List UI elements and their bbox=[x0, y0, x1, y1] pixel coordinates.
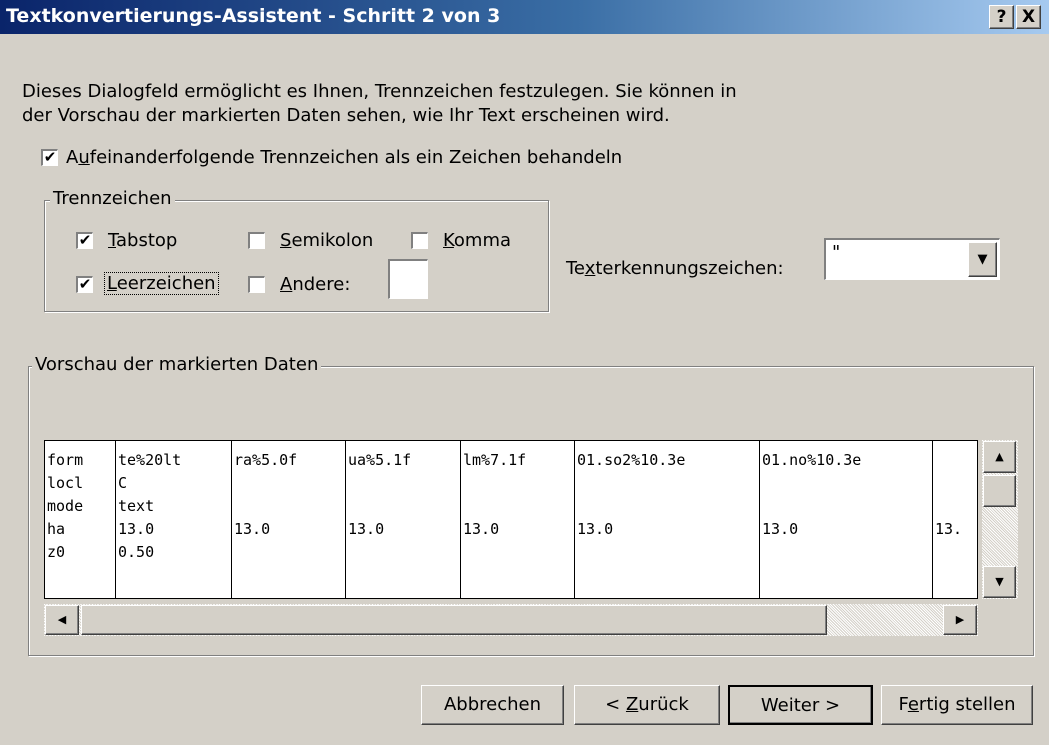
space-label[interactable]: Leerzeichen bbox=[104, 272, 219, 295]
preview-column: ua%5.1f 13.0 bbox=[346, 441, 461, 598]
preview-column: 01.so2%10.3e 13.0 bbox=[575, 441, 760, 598]
preview-cell: te%20lt bbox=[118, 451, 182, 469]
preview-cell: 13.0 bbox=[762, 520, 799, 538]
preview-cell: ua%5.1f bbox=[348, 451, 412, 469]
preview-cell: ha bbox=[47, 520, 66, 538]
consecutive-delimiters-label[interactable]: Aufeinanderfolgende Trennzeichen als ein… bbox=[66, 147, 622, 168]
close-button[interactable]: X bbox=[1016, 5, 1041, 29]
preview-cell: z0 bbox=[47, 543, 66, 561]
preview-cell: 01.so2%10.3e bbox=[577, 451, 686, 469]
help-button[interactable]: ? bbox=[989, 5, 1014, 29]
window-title: Textkonvertierungs-Assistent - Schritt 2… bbox=[6, 5, 501, 27]
semicolon-checkbox[interactable] bbox=[248, 232, 265, 249]
horizontal-scroll-thumb[interactable] bbox=[81, 605, 827, 635]
preview-cell: 13.0 bbox=[463, 520, 500, 538]
preview-cell: 13.0 bbox=[577, 520, 614, 538]
delimiters-group bbox=[44, 200, 549, 312]
scroll-down-icon[interactable]: ▼ bbox=[983, 566, 1016, 598]
preview-cell: lm%7.1f bbox=[463, 451, 527, 469]
comma-checkbox[interactable] bbox=[411, 232, 428, 249]
preview-cell: text bbox=[118, 497, 155, 515]
description-text: Dieses Dialogfeld ermöglicht es Ihnen, T… bbox=[22, 80, 737, 128]
preview-cell: 13.0 bbox=[118, 520, 155, 538]
preview-cell: 0.50 bbox=[118, 543, 155, 561]
preview-cell: locl bbox=[47, 474, 84, 492]
consecutive-delimiters-checkbox[interactable]: ✔ bbox=[41, 149, 58, 166]
text-qualifier-select[interactable]: " ▼ bbox=[824, 238, 1000, 280]
text-qualifier-label: Texterkennungszeichen: bbox=[566, 258, 784, 279]
finish-button[interactable]: Fertig stellen bbox=[881, 685, 1033, 725]
next-button[interactable]: Weiter > bbox=[728, 685, 873, 725]
scroll-up-icon[interactable]: ▲ bbox=[983, 441, 1016, 473]
comma-label[interactable]: Komma bbox=[443, 230, 511, 251]
preview-cell: ra%5.0f bbox=[234, 451, 298, 469]
space-checkbox[interactable]: ✔ bbox=[76, 276, 93, 293]
description-line-1: Dieses Dialogfeld ermöglicht es Ihnen, T… bbox=[22, 81, 737, 102]
chevron-down-icon[interactable]: ▼ bbox=[968, 242, 997, 277]
preview-column: lm%7.1f 13.0 bbox=[461, 441, 575, 598]
back-button[interactable]: < Zurück bbox=[574, 685, 720, 725]
vertical-scrollbar[interactable]: ▲ ▼ bbox=[982, 440, 1018, 599]
preview-cell: 13. bbox=[935, 520, 963, 538]
tab-label[interactable]: Tabstop bbox=[108, 230, 177, 251]
cancel-button[interactable]: Abbrechen bbox=[421, 685, 564, 725]
preview-column: 01.no%10.3e 13.0 bbox=[760, 441, 933, 598]
scroll-right-icon[interactable]: ▶ bbox=[943, 605, 977, 635]
preview-column: ra%5.0f 13.0 bbox=[232, 441, 346, 598]
preview-cell: 13.0 bbox=[234, 520, 271, 538]
description-line-2: der Vorschau der markierten Daten sehen,… bbox=[22, 105, 670, 126]
preview-cell: mode bbox=[47, 497, 84, 515]
other-delimiter-input[interactable] bbox=[388, 259, 428, 299]
delimiters-group-title: Trennzeichen bbox=[50, 188, 175, 209]
preview-grid[interactable]: form locl mode ha z0 te%20lt C text 13.0… bbox=[44, 440, 978, 599]
preview-cell: form bbox=[47, 451, 84, 469]
preview-column: te%20lt C text 13.0 0.50 bbox=[116, 441, 232, 598]
tab-checkbox[interactable]: ✔ bbox=[76, 232, 93, 249]
semicolon-label[interactable]: Semikolon bbox=[280, 230, 373, 251]
horizontal-scrollbar[interactable]: ◀ ▶ bbox=[44, 604, 978, 636]
preview-cell: C bbox=[118, 474, 128, 492]
other-checkbox[interactable] bbox=[248, 276, 265, 293]
other-label[interactable]: Andere: bbox=[280, 274, 350, 295]
preview-cell: 13.0 bbox=[348, 520, 385, 538]
preview-group-title: Vorschau der markierten Daten bbox=[32, 354, 322, 375]
preview-cell: 01.no%10.3e bbox=[762, 451, 862, 469]
preview-column: 13. bbox=[933, 441, 977, 598]
text-qualifier-value: " bbox=[832, 242, 841, 263]
scroll-left-icon[interactable]: ◀ bbox=[45, 605, 79, 635]
vertical-scroll-thumb[interactable] bbox=[983, 475, 1016, 507]
title-bar: Textkonvertierungs-Assistent - Schritt 2… bbox=[0, 0, 1049, 34]
preview-column: form locl mode ha z0 bbox=[45, 441, 116, 598]
